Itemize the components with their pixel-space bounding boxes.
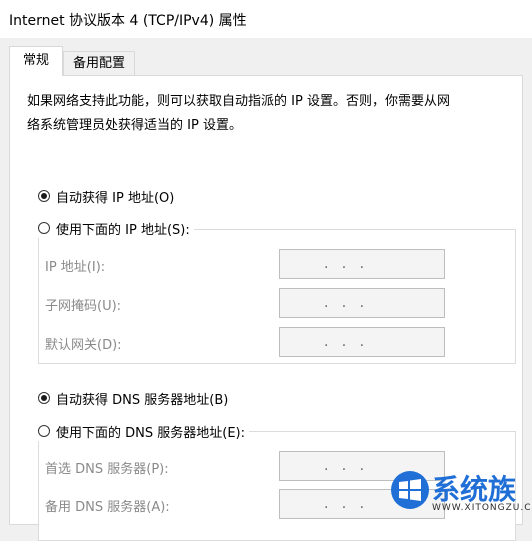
general-panel: 如果网络支持此功能，则可以获取自动指派的 IP 设置。否则，你需要从网 络系统管… xyxy=(9,75,523,541)
ip-manual-label: 使用下面的 IP 地址(S): xyxy=(56,222,190,238)
ip-address-label: IP 地址(I): xyxy=(45,260,106,275)
tab-general[interactable]: 常规 xyxy=(9,46,63,76)
title-bar: Internet 协议版本 4 (TCP/IPv4) 属性 xyxy=(0,0,532,39)
default-gateway-input[interactable]: . . . xyxy=(279,327,445,357)
description: 如果网络支持此功能，则可以获取自动指派的 IP 设置。否则，你需要从网 络系统管… xyxy=(27,90,507,138)
ip-auto-option[interactable]: 自动获得 IP 地址(O) xyxy=(38,186,174,206)
ip-auto-radio[interactable] xyxy=(38,190,50,202)
tab-strip: 常规 备用配置 xyxy=(0,38,532,80)
preferred-dns-label: 首选 DNS 服务器(P): xyxy=(45,462,169,477)
description-line-2: 络系统管理员处获得适当的 IP 设置。 xyxy=(27,118,242,133)
subnet-mask-dots: . . . xyxy=(324,295,365,311)
dns-auto-label: 自动获得 DNS 服务器地址(B) xyxy=(56,392,229,408)
alternate-dns-dots: . . . xyxy=(324,496,365,512)
dns-manual-option[interactable]: 使用下面的 DNS 服务器地址(E): xyxy=(38,421,249,441)
tab-alternate-config[interactable]: 备用配置 xyxy=(63,51,135,76)
description-line-1: 如果网络支持此功能，则可以获取自动指派的 IP 设置。否则，你需要从网 xyxy=(27,94,450,109)
alternate-dns-label: 备用 DNS 服务器(A): xyxy=(45,500,170,515)
dns-manual-label: 使用下面的 DNS 服务器地址(E): xyxy=(56,425,245,441)
ip-manual-radio[interactable] xyxy=(38,222,50,234)
ip-address-input[interactable]: . . . xyxy=(279,249,445,279)
dns-auto-option[interactable]: 自动获得 DNS 服务器地址(B) xyxy=(38,388,228,408)
windows-logo-icon xyxy=(391,471,429,509)
watermark-logo: 系统族 WWW.XITONGZU.COM xyxy=(388,462,532,519)
default-gateway-label: 默认网关(D): xyxy=(45,338,122,353)
watermark-text: 系统族 xyxy=(432,473,517,506)
dns-auto-radio[interactable] xyxy=(38,392,50,404)
subnet-mask-input[interactable]: . . . xyxy=(279,288,445,318)
default-gateway-dots: . . . xyxy=(324,334,365,350)
dns-manual-radio[interactable] xyxy=(38,425,50,437)
watermark-url: WWW.XITONGZU.COM xyxy=(432,503,532,513)
ip-auto-label: 自动获得 IP 地址(O) xyxy=(56,190,175,206)
ip-manual-option[interactable]: 使用下面的 IP 地址(S): xyxy=(38,218,194,238)
preferred-dns-dots: . . . xyxy=(324,458,365,474)
ip-address-dots: . . . xyxy=(324,256,365,272)
window-title: Internet 协议版本 4 (TCP/IPv4) 属性 xyxy=(9,13,247,29)
subnet-mask-label: 子网掩码(U): xyxy=(45,299,122,314)
